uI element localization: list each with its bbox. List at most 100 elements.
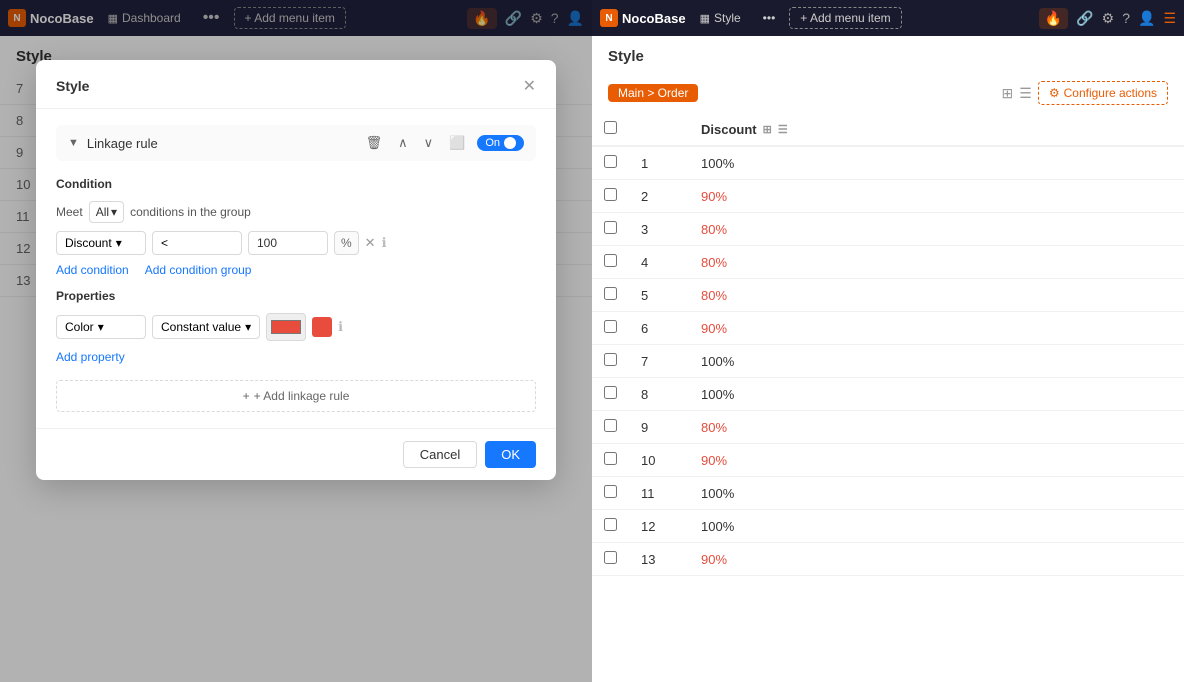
breadcrumb[interactable]: Main > Order (608, 84, 698, 102)
property-row: Color ▾ Constant value ▾ ℹ (56, 313, 536, 341)
table-row: 11 100% (592, 477, 1184, 510)
add-linkage-rule-button[interactable]: + + Add linkage rule (56, 380, 536, 412)
row-checkbox[interactable] (604, 452, 617, 465)
breadcrumb-bar: Main > Order ⊞ ☰ ⚙ Configure actions (592, 73, 1184, 113)
add-condition-button[interactable]: Add condition (56, 263, 129, 277)
delete-rule-button[interactable]: 🗑 (362, 133, 387, 153)
row-checkbox[interactable] (604, 320, 617, 333)
right-dashboard-link[interactable]: ▦ Style (692, 7, 749, 29)
row-val: 80% (689, 213, 1184, 246)
right-panel: N NocoBase ▦ Style ••• + Add menu item 🔥… (592, 0, 1184, 682)
table-row: 10 90% (592, 444, 1184, 477)
table-row: 8 100% (592, 378, 1184, 411)
modal-close-button[interactable]: ✕ (523, 76, 536, 96)
row-checkbox[interactable] (604, 551, 617, 564)
operator-select[interactable]: < (152, 231, 242, 255)
condition-section: Condition Meet All ▾ conditions in the g… (56, 177, 536, 277)
all-select[interactable]: All ▾ (89, 201, 124, 223)
color-picker[interactable] (266, 313, 306, 341)
color-select[interactable]: Color ▾ (56, 315, 146, 339)
collapse-icon[interactable]: ▼ (68, 137, 79, 149)
right-page-title: Style (592, 36, 1184, 73)
table-row: 2 90% (592, 180, 1184, 213)
right-help-icon[interactable]: ? (1122, 10, 1130, 26)
right-logo: N NocoBase (600, 9, 686, 27)
right-fire-icon[interactable]: 🔥 (1039, 8, 1068, 29)
value-input[interactable] (248, 231, 328, 255)
copy-rule-button[interactable]: ⬜ (445, 133, 469, 153)
linkage-rule-header: ▼ Linkage rule 🗑 ∧ ∨ ⬜ On (56, 125, 536, 161)
linkage-rule-title: Linkage rule (87, 136, 354, 151)
properties-section: Properties Color ▾ Constant value ▾ ℹ (56, 289, 536, 364)
row-val: 90% (689, 543, 1184, 576)
value-type-select[interactable]: Constant value ▾ (152, 315, 260, 339)
row-val: 100% (689, 345, 1184, 378)
right-add-menu-button[interactable]: + Add menu item (789, 7, 901, 29)
field-select[interactable]: Discount ▾ (56, 231, 146, 255)
row-val: 80% (689, 411, 1184, 444)
ok-button[interactable]: OK (485, 441, 536, 468)
info-icon[interactable]: ℹ (382, 235, 387, 251)
add-condition-row: Add condition Add condition group (56, 263, 536, 277)
discount-header-content: Discount ⊞ ☰ (701, 122, 1172, 137)
right-menu-icon[interactable]: ☰ (1163, 10, 1176, 27)
right-link-icon[interactable]: 🔗 (1076, 10, 1093, 27)
row-checkbox[interactable] (604, 419, 617, 432)
table-row: 3 80% (592, 213, 1184, 246)
add-condition-group-button[interactable]: Add condition group (145, 263, 252, 277)
right-user-icon[interactable]: 👤 (1138, 10, 1155, 27)
right-logo-icon: N (600, 9, 618, 27)
table-row: 12 100% (592, 510, 1184, 543)
discount-header: Discount ⊞ ☰ (689, 113, 1184, 146)
grid-icon[interactable]: ⊞ (1002, 85, 1014, 102)
row-checkbox[interactable] (604, 254, 617, 267)
table-row: 9 80% (592, 411, 1184, 444)
row-num: 8 (629, 378, 689, 411)
row-val: 100% (689, 146, 1184, 180)
add-property-button[interactable]: Add property (56, 350, 125, 364)
select-all-checkbox[interactable] (604, 121, 617, 134)
left-panel: N NocoBase ▦ Dashboard ••• + Add menu it… (0, 0, 592, 682)
th-list-icon[interactable]: ☰ (778, 123, 788, 136)
table-row: 1 100% (592, 146, 1184, 180)
row-num: 13 (629, 543, 689, 576)
checkbox-header (592, 113, 629, 146)
row-checkbox[interactable] (604, 353, 617, 366)
style-modal: Style ✕ ▼ Linkage rule 🗑 ∧ ∨ ⬜ On (36, 60, 556, 480)
property-info-icon[interactable]: ℹ (338, 319, 343, 335)
right-app-name: NocoBase (622, 11, 686, 26)
move-down-button[interactable]: ∨ (420, 133, 438, 153)
right-table: Discount ⊞ ☰ 1 100% 2 90% 3 80% 4 (592, 113, 1184, 576)
row-checkbox[interactable] (604, 287, 617, 300)
row-checkbox[interactable] (604, 155, 617, 168)
th-grid-icon[interactable]: ⊞ (763, 123, 772, 136)
row-checkbox[interactable] (604, 386, 617, 399)
row-val: 100% (689, 510, 1184, 543)
table-row: 4 80% (592, 246, 1184, 279)
modal-footer: Cancel OK (36, 428, 556, 480)
move-up-button[interactable]: ∧ (394, 133, 412, 153)
cancel-button[interactable]: Cancel (403, 441, 477, 468)
right-table-container: Discount ⊞ ☰ 1 100% 2 90% 3 80% 4 (592, 113, 1184, 576)
row-num: 1 (629, 146, 689, 180)
color-swatch[interactable] (312, 317, 332, 337)
list-icon[interactable]: ☰ (1019, 85, 1032, 102)
modal-body: ▼ Linkage rule 🗑 ∧ ∨ ⬜ On (36, 109, 556, 380)
row-val: 100% (689, 477, 1184, 510)
row-checkbox[interactable] (604, 188, 617, 201)
meet-row: Meet All ▾ conditions in the group (56, 201, 536, 223)
table-row: 6 90% (592, 312, 1184, 345)
right-more-icon[interactable]: ••• (755, 7, 784, 29)
row-val: 90% (689, 180, 1184, 213)
row-checkbox[interactable] (604, 221, 617, 234)
meet-label: Meet (56, 205, 83, 219)
configure-actions-button[interactable]: ⚙ Configure actions (1038, 81, 1168, 105)
row-checkbox[interactable] (604, 485, 617, 498)
row-val: 90% (689, 312, 1184, 345)
remove-condition-button[interactable]: ✕ (365, 235, 376, 251)
modal-overlay: Style ✕ ▼ Linkage rule 🗑 ∧ ∨ ⬜ On (0, 0, 592, 682)
right-gear-icon[interactable]: ⚙ (1102, 10, 1115, 27)
row-num: 12 (629, 510, 689, 543)
rule-toggle[interactable]: On (477, 135, 524, 151)
row-checkbox[interactable] (604, 518, 617, 531)
